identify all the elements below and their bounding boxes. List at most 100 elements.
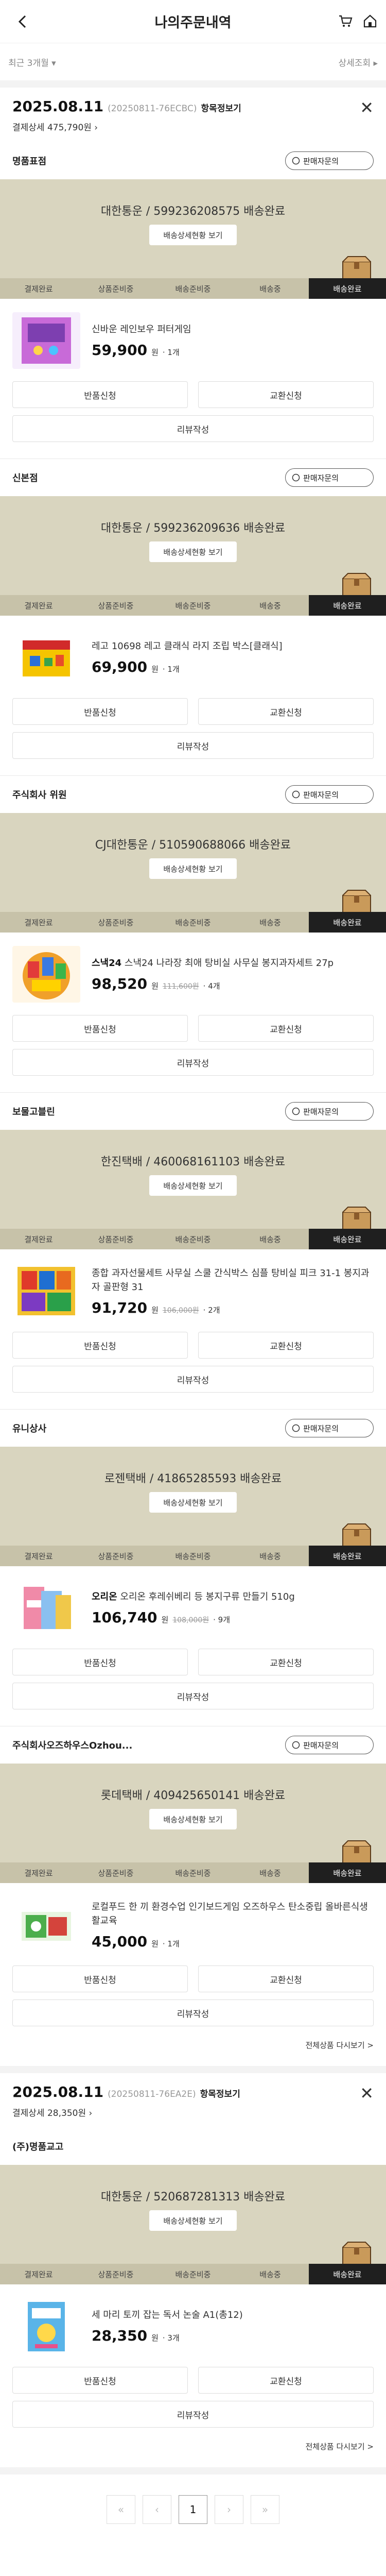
seller-name: 주식회사오즈하우스Ozhou... bbox=[12, 1740, 133, 1751]
seller-inquiry-button[interactable]: 판매자문의 bbox=[285, 785, 374, 804]
order-group: 2025.08.11 (20250811-76EA2E) 항목정보기 ✕ 결제상… bbox=[0, 2073, 386, 2475]
cart-icon[interactable] bbox=[337, 12, 354, 30]
product-thumbnail[interactable] bbox=[12, 1896, 80, 1953]
write-review-button[interactable]: 리뷰작성 bbox=[12, 732, 374, 759]
exchange-request-button[interactable]: 교환신청 bbox=[198, 1649, 374, 1675]
product-name[interactable]: 스낵24 스낵24 나라장 최애 탕비실 사무실 봉지과자세트 27p bbox=[92, 956, 374, 970]
product-thumbnail[interactable] bbox=[12, 1263, 80, 1319]
return-request-button[interactable]: 반품신청 bbox=[12, 381, 188, 408]
write-review-button[interactable]: 리뷰작성 bbox=[12, 1999, 374, 2026]
product-thumbnail[interactable] bbox=[12, 312, 80, 369]
delivery-detail-button[interactable]: 배송상세현황 보기 bbox=[149, 1175, 237, 1196]
product-item[interactable]: 종합 과자선물세트 사무실 스쿨 간식박스 심플 탕비실 피크 31-1 봉지과… bbox=[0, 1249, 386, 1329]
first-page-button[interactable]: « bbox=[107, 2495, 135, 2524]
return-request-button[interactable]: 반품신청 bbox=[12, 1332, 188, 1359]
product-name[interactable]: 종합 과자선물세트 사무실 스쿨 간식박스 심플 탕비실 피크 31-1 봉지과… bbox=[92, 1266, 374, 1294]
write-review-button[interactable]: 리뷰작성 bbox=[12, 2401, 374, 2428]
exchange-request-button[interactable]: 교환신청 bbox=[198, 698, 374, 725]
product-name[interactable]: 오리온 오리온 후레쉬베리 등 봉지구류 만들기 510g bbox=[92, 1590, 374, 1604]
price-unit: 원 bbox=[151, 2333, 159, 2343]
delivery-detail-button[interactable]: 배송상세현황 보기 bbox=[149, 541, 237, 562]
order-group: 2025.08.11 (20250811-76ECBC) 항목정보기 ✕ 결제상… bbox=[0, 88, 386, 2073]
delivery-step: 배송완료 bbox=[309, 595, 386, 616]
delivery-step: 배송완료 bbox=[309, 1229, 386, 1249]
back-arrow-icon[interactable] bbox=[12, 11, 33, 32]
return-request-button[interactable]: 반품신청 bbox=[12, 698, 188, 725]
write-review-button[interactable]: 리뷰작성 bbox=[12, 1683, 374, 1709]
close-icon[interactable]: ✕ bbox=[360, 98, 374, 117]
product-item[interactable]: 로컬푸드 한 끼 환경수업 인기보드게임 오즈하우스 탄소중립 올바른식생활교육… bbox=[0, 1883, 386, 1962]
delivery-detail-button[interactable]: 배송상세현황 보기 bbox=[149, 2210, 237, 2231]
payment-detail-link[interactable]: 결제상세 28,350원 › bbox=[12, 2106, 374, 2119]
seller-inquiry-button[interactable]: 판매자문의 bbox=[285, 1419, 374, 1437]
product-thumbnail[interactable] bbox=[12, 629, 80, 686]
exchange-request-button[interactable]: 교환신청 bbox=[198, 381, 374, 408]
carrier-tracking-text: 로젠택배 / 41865285593 배송완료 bbox=[104, 1472, 282, 1485]
action-buttons: 반품신청 교환신청 리뷰작성 bbox=[0, 695, 386, 766]
current-page[interactable]: 1 bbox=[179, 2495, 207, 2524]
delivery-step: 결제완료 bbox=[0, 1546, 77, 1566]
period-filter[interactable]: 최근 3개월 ▾ bbox=[8, 56, 56, 69]
delivery-steps: 결제완료 상품준비중 배송준비중 배송중 배송완료 bbox=[0, 278, 386, 299]
last-page-button[interactable]: » bbox=[251, 2495, 279, 2524]
exchange-request-button[interactable]: 교환신청 bbox=[198, 1015, 374, 1042]
chat-icon bbox=[292, 157, 300, 165]
product-name[interactable]: 레고 10698 레고 클래식 라지 조립 박스[클래식] bbox=[92, 639, 374, 653]
payment-detail-link[interactable]: 결제상세 475,790원 › bbox=[12, 120, 374, 133]
product-item[interactable]: 세 마리 토끼 잡는 독서 논술 A1(총12) 28,350 원 · 3개 bbox=[0, 2284, 386, 2364]
action-buttons: 반품신청 교환신청 리뷰작성 bbox=[0, 1329, 386, 1400]
delivery-detail-button[interactable]: 배송상세현황 보기 bbox=[149, 1809, 237, 1829]
next-page-button[interactable]: › bbox=[215, 2495, 243, 2524]
seller-row: 신본점 판매자문의 bbox=[0, 459, 386, 496]
seller-row: (주)명품교고 bbox=[0, 2128, 386, 2165]
product-name[interactable]: 로컬푸드 한 끼 환경수업 인기보드게임 오즈하우스 탄소중립 올바른식생활교육 bbox=[92, 1900, 374, 1928]
view-all-products-link[interactable]: 전체상품 다시보기 > bbox=[0, 2435, 386, 2467]
product-item[interactable]: 오리온 오리온 후레쉬베리 등 봉지구류 만들기 510g 106,740 원 … bbox=[0, 1566, 386, 1646]
delivery-detail-button[interactable]: 배송상세현황 보기 bbox=[149, 225, 237, 245]
delivery-detail-button[interactable]: 배송상세현황 보기 bbox=[149, 1492, 237, 1513]
detail-search-button[interactable]: 상세조회 ▸ bbox=[339, 56, 378, 69]
prev-page-button[interactable]: ‹ bbox=[143, 2495, 171, 2524]
exchange-request-button[interactable]: 교환신청 bbox=[198, 1965, 374, 1992]
product-name[interactable]: 신바운 레인보우 퍼터게임 bbox=[92, 323, 374, 336]
write-review-button[interactable]: 리뷰작성 bbox=[12, 1049, 374, 1076]
return-request-button[interactable]: 반품신청 bbox=[12, 2367, 188, 2394]
exchange-request-button[interactable]: 교환신청 bbox=[198, 1332, 374, 1359]
product-thumbnail[interactable] bbox=[12, 2298, 80, 2354]
product-quantity: · 1개 bbox=[162, 665, 180, 674]
seller-inquiry-button[interactable]: 판매자문의 bbox=[285, 1102, 374, 1121]
product-name[interactable]: 세 마리 토끼 잡는 독서 논술 A1(총12) bbox=[92, 2308, 374, 2322]
order-detail-link[interactable]: 항목정보기 bbox=[200, 2087, 240, 2099]
seller-inquiry-button[interactable]: 판매자문의 bbox=[285, 1736, 374, 1754]
return-request-button[interactable]: 반품신청 bbox=[12, 1965, 188, 1992]
return-request-button[interactable]: 반품신청 bbox=[12, 1015, 188, 1042]
carrier-tracking-text: 대한통운 / 520687281313 배송완료 bbox=[100, 2191, 286, 2204]
product-thumbnail[interactable] bbox=[12, 1580, 80, 1636]
product-thumbnail[interactable] bbox=[12, 946, 80, 1003]
section-gap bbox=[0, 80, 386, 88]
seller-inquiry-button[interactable]: 판매자문의 bbox=[285, 468, 374, 487]
return-request-button[interactable]: 반품신청 bbox=[12, 1649, 188, 1675]
view-all-products-link[interactable]: 전체상품 다시보기 > bbox=[0, 2033, 386, 2066]
delivery-step: 결제완료 bbox=[0, 595, 77, 616]
package-box-icon bbox=[340, 1206, 374, 1232]
product-item[interactable]: 스낵24 스낵24 나라장 최애 탕비실 사무실 봉지과자세트 27p 98,5… bbox=[0, 933, 386, 1012]
product-quantity: · 1개 bbox=[162, 1939, 180, 1948]
product-quantity: · 4개 bbox=[203, 981, 220, 991]
product-price: 98,520 bbox=[92, 975, 148, 992]
write-review-button[interactable]: 리뷰작성 bbox=[12, 1366, 374, 1393]
product-item[interactable]: 레고 10698 레고 클래식 라지 조립 박스[클래식] 69,900 원 ·… bbox=[0, 616, 386, 695]
product-item[interactable]: 신바운 레인보우 퍼터게임 59,900 원 · 1개 bbox=[0, 299, 386, 378]
close-icon[interactable]: ✕ bbox=[360, 2083, 374, 2103]
exchange-request-button[interactable]: 교환신청 bbox=[198, 2367, 374, 2394]
order-detail-link[interactable]: 항목정보기 bbox=[201, 101, 241, 114]
write-review-button[interactable]: 리뷰작성 bbox=[12, 415, 374, 442]
delivery-step: 상품준비중 bbox=[77, 1229, 154, 1249]
seller-inquiry-button[interactable]: 판매자문의 bbox=[285, 151, 374, 170]
chat-icon bbox=[292, 1424, 300, 1432]
price-unit: 원 bbox=[151, 1305, 159, 1315]
delivery-tracking-panel: 대한통운 / 599236209636 배송완료 배송상세현황 보기 결제완료 상… bbox=[0, 496, 386, 616]
delivery-detail-button[interactable]: 배송상세현황 보기 bbox=[149, 858, 237, 879]
action-buttons: 반품신청 교환신청 리뷰작성 bbox=[0, 378, 386, 449]
home-icon[interactable] bbox=[361, 12, 379, 30]
